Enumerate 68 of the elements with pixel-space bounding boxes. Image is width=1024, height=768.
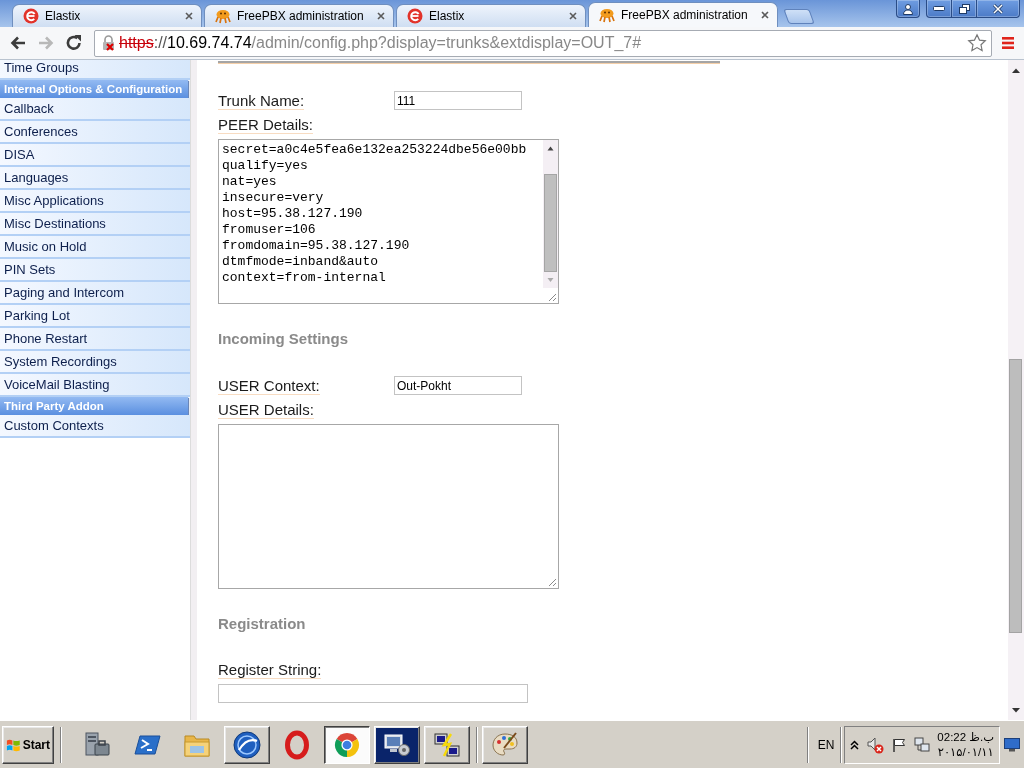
close-button[interactable]	[977, 0, 1020, 18]
close-icon[interactable]	[185, 12, 193, 20]
menu-icon[interactable]	[1000, 35, 1016, 51]
menu-item[interactable]: Languages	[0, 167, 190, 190]
minimize-icon	[933, 6, 945, 11]
browser-tab[interactable]: FreePBX administration	[588, 2, 778, 27]
menu-item[interactable]: PIN Sets	[0, 259, 190, 282]
swirl-logo-icon	[407, 8, 423, 24]
section-header: Internal Options & Configuration	[0, 80, 188, 98]
browser-tab[interactable]: FreePBX administration	[204, 4, 394, 27]
menu-item[interactable]: Time Groups	[0, 60, 190, 80]
flag-icon[interactable]	[891, 736, 908, 753]
menu-item[interactable]: Callback	[0, 98, 190, 121]
ring-logo-icon[interactable]	[282, 729, 312, 760]
menu-item[interactable]: VoiceMail Blasting	[0, 374, 190, 397]
field-label: USER Context:	[218, 377, 320, 395]
new-tab-button[interactable]	[783, 9, 815, 24]
swirl-logo-icon	[23, 8, 39, 24]
text-field[interactable]	[218, 684, 528, 703]
restore-icon	[958, 3, 970, 14]
menu-item[interactable]: System Recordings	[0, 351, 190, 374]
field-label: Trunk Name:	[218, 92, 305, 110]
menu-item[interactable]: Conferences	[0, 121, 190, 144]
language-indicator[interactable]: EN	[817, 737, 835, 752]
menu-item[interactable]: Misc Destinations	[0, 213, 190, 236]
browser-tab[interactable]: Elastix	[12, 4, 202, 27]
start-button[interactable]: Start	[2, 725, 54, 764]
disc-logo-icon	[232, 729, 262, 760]
close-icon[interactable]	[377, 12, 385, 20]
double-chevron-up-icon[interactable]	[850, 739, 860, 750]
mascot-icon	[599, 7, 615, 23]
taskbar-button[interactable]	[324, 725, 370, 764]
reload-icon[interactable]	[64, 33, 84, 53]
muted-speaker-icon[interactable]	[866, 735, 885, 754]
close-icon[interactable]	[569, 12, 577, 20]
menu-item[interactable]: Misc Applications	[0, 190, 190, 213]
menu-item[interactable]: Custom Contexts	[0, 415, 190, 438]
mascot-icon	[215, 8, 231, 24]
text-field[interactable]: Out-Pokht	[394, 376, 522, 395]
scrollbar[interactable]	[543, 140, 558, 288]
address-bar[interactable]: https://10.69.74.74/admin/config.php?display=trunks&extdisplay=OUT_7#	[94, 29, 992, 57]
text-area[interactable]: secret=a0c4e5fea6e132ea253224dbe56e00bb qualify=yes nat=yes insecure=very host=95.38.127.190 fromuser=106 fromdomain=95.38.127.190 dtmfmode=inband&auto context=from-internal	[218, 139, 559, 304]
clock-date[interactable]: ۲۰۱۵/۰۱/۱۱	[937, 744, 994, 760]
monitor-icon[interactable]	[1004, 737, 1020, 752]
text-field[interactable]: 111	[394, 91, 522, 110]
field-label: USER Details:	[218, 402, 314, 419]
clock-time[interactable]: 02:22 ب.ظ	[937, 729, 994, 745]
network-icon[interactable]	[914, 736, 931, 753]
menu-item[interactable]: Parking Lot	[0, 305, 190, 328]
profile-button[interactable]	[896, 0, 920, 18]
browser-tab[interactable]: Elastix	[396, 4, 586, 27]
menu-item[interactable]: Music on Hold	[0, 236, 190, 259]
scrollbar[interactable]	[1008, 60, 1024, 720]
url-text: https://10.69.74.74/admin/config.php?display=trunks&extdisplay=OUT_7#	[119, 34, 642, 52]
field-label: Register String:	[218, 662, 322, 679]
close-icon	[992, 3, 1004, 14]
minimize-button[interactable]	[926, 0, 952, 18]
section-heading: Registration	[218, 615, 306, 633]
section-header: Third Party Addon	[0, 397, 188, 415]
section-heading: Incoming Settings	[218, 330, 348, 348]
close-icon[interactable]	[761, 11, 769, 19]
restore-button[interactable]	[952, 0, 977, 18]
menu-item[interactable]: Phone Restart	[0, 328, 190, 351]
menu-item[interactable]: DISA	[0, 144, 190, 167]
menu-item[interactable]: Paging and Intercom	[0, 282, 190, 305]
star-icon[interactable]	[967, 33, 987, 53]
field-label: PEER Details:	[218, 117, 314, 134]
person-icon	[902, 2, 914, 15]
